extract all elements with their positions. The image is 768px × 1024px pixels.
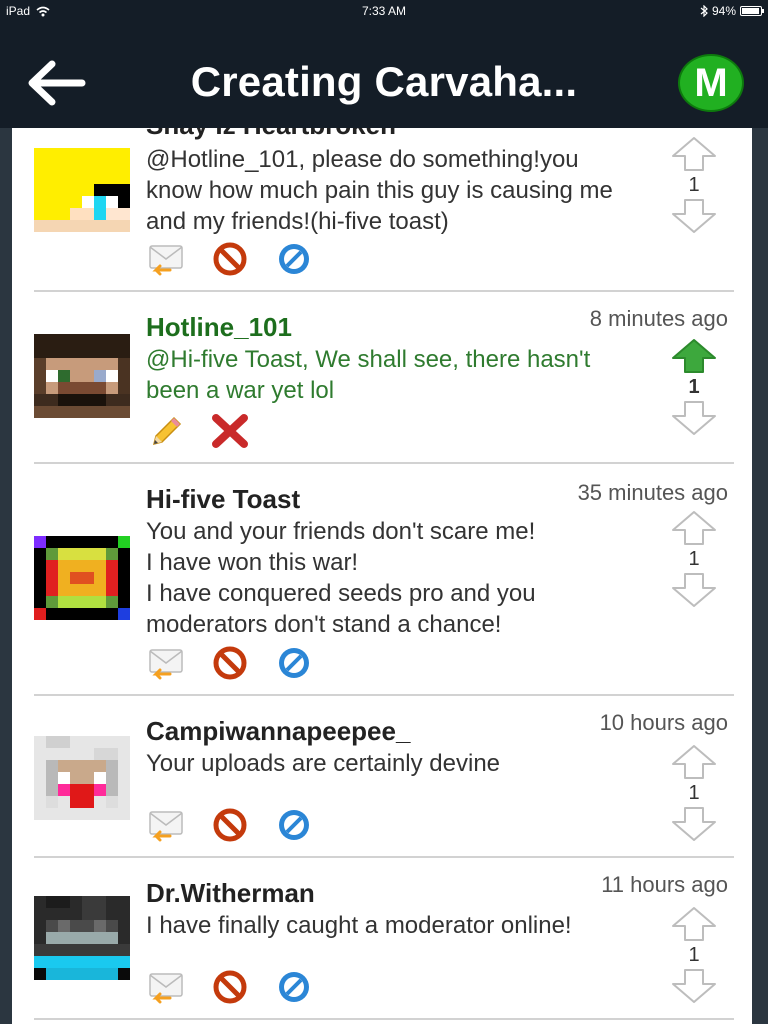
vote-count: 1 [688,376,700,398]
battery-icon [740,6,764,16]
upvote-active [672,339,716,373]
upvote-arrow-icon[interactable] [671,906,717,942]
comments-list: Shay Iz Heartbroken @Hotline_101, please… [12,128,752,1024]
downvote-arrow-icon[interactable] [671,198,717,234]
downvote-arrow-icon[interactable] [671,968,717,1004]
comment-text: @Hotline_101, please do something!you kn… [146,146,613,235]
comment-author[interactable]: Shay Iz Heartbroken [146,128,396,141]
avatar[interactable] [34,148,130,232]
comment-item: Campiwannapeepee_ 10 hours ago Your uplo… [34,696,734,856]
vote-count: 1 [688,174,700,196]
comment-timestamp: 10 hours ago [599,710,728,735]
avatar[interactable] [34,736,130,820]
comment-text: Your uploads are certainly devine [146,750,501,777]
reply-icon[interactable] [146,808,186,842]
comment-item: Dr.Witherman 11 hours ago I have finally… [34,858,734,1024]
comment-item: Hi-five Toast 35 minutes ago You and you… [34,464,734,694]
avatar[interactable] [34,896,130,980]
comment-text: You and your friends don't scare me! I h… [146,518,536,638]
downvote-arrow-icon[interactable] [671,400,717,436]
report-icon[interactable] [274,242,314,276]
m-badge-button[interactable]: M [678,54,744,112]
comment-item: Shay Iz Heartbroken @Hotline_101, please… [34,128,734,290]
delete-icon[interactable] [210,414,250,448]
comment-timestamp: 8 minutes ago [589,306,728,331]
battery-percent: 94% [711,4,736,18]
comment-item: Hotline_101 8 minutes ago @Hi-five Toast… [34,292,734,462]
upvote-arrow-icon[interactable] [671,136,717,172]
upvote-arrow-icon[interactable] [671,744,717,780]
comment-author[interactable]: Dr.Witherman [146,878,315,909]
bluetooth-icon [700,5,708,17]
upvote-arrow-icon[interactable] [671,338,717,374]
report-icon[interactable] [274,970,314,1004]
upvote-arrow-icon[interactable] [671,510,717,546]
report-icon[interactable] [274,808,314,842]
report-icon[interactable] [274,646,314,680]
avatar[interactable] [34,334,130,418]
edit-icon[interactable] [146,414,186,448]
comment-author[interactable]: Campiwannapeepee_ [146,716,410,747]
divider [34,1018,734,1020]
page-title: Creating Carvaha... [190,58,578,105]
clock: 7:33 AM [361,4,407,18]
comment-author[interactable]: Hi-five Toast [146,484,300,515]
comment-timestamp: 35 minutes ago [577,480,728,505]
vote-count: 1 [688,944,700,966]
comment-text: I have finally caught a moderator online… [146,912,572,939]
comment-timestamp: 11 hours ago [601,872,728,897]
avatar[interactable] [34,536,130,620]
comment-author[interactable]: Hotline_101 [146,312,292,343]
block-icon[interactable] [210,970,250,1004]
status-bar: iPad 7:33 AM 94% [0,0,768,22]
downvote-arrow-icon[interactable] [671,806,717,842]
vote-count: 1 [688,548,700,570]
downvote-arrow-icon[interactable] [671,572,717,608]
block-icon[interactable] [210,808,250,842]
block-icon[interactable] [210,242,250,276]
block-icon[interactable] [210,646,250,680]
vote-count: 1 [688,782,700,804]
reply-icon[interactable] [146,970,186,1004]
reply-icon[interactable] [146,646,186,680]
reply-icon[interactable] [146,242,186,276]
comment-text: @Hi-five Toast, We shall see, there hasn… [146,346,591,404]
navigation-bar: Creating Carvaha... M [0,22,768,128]
